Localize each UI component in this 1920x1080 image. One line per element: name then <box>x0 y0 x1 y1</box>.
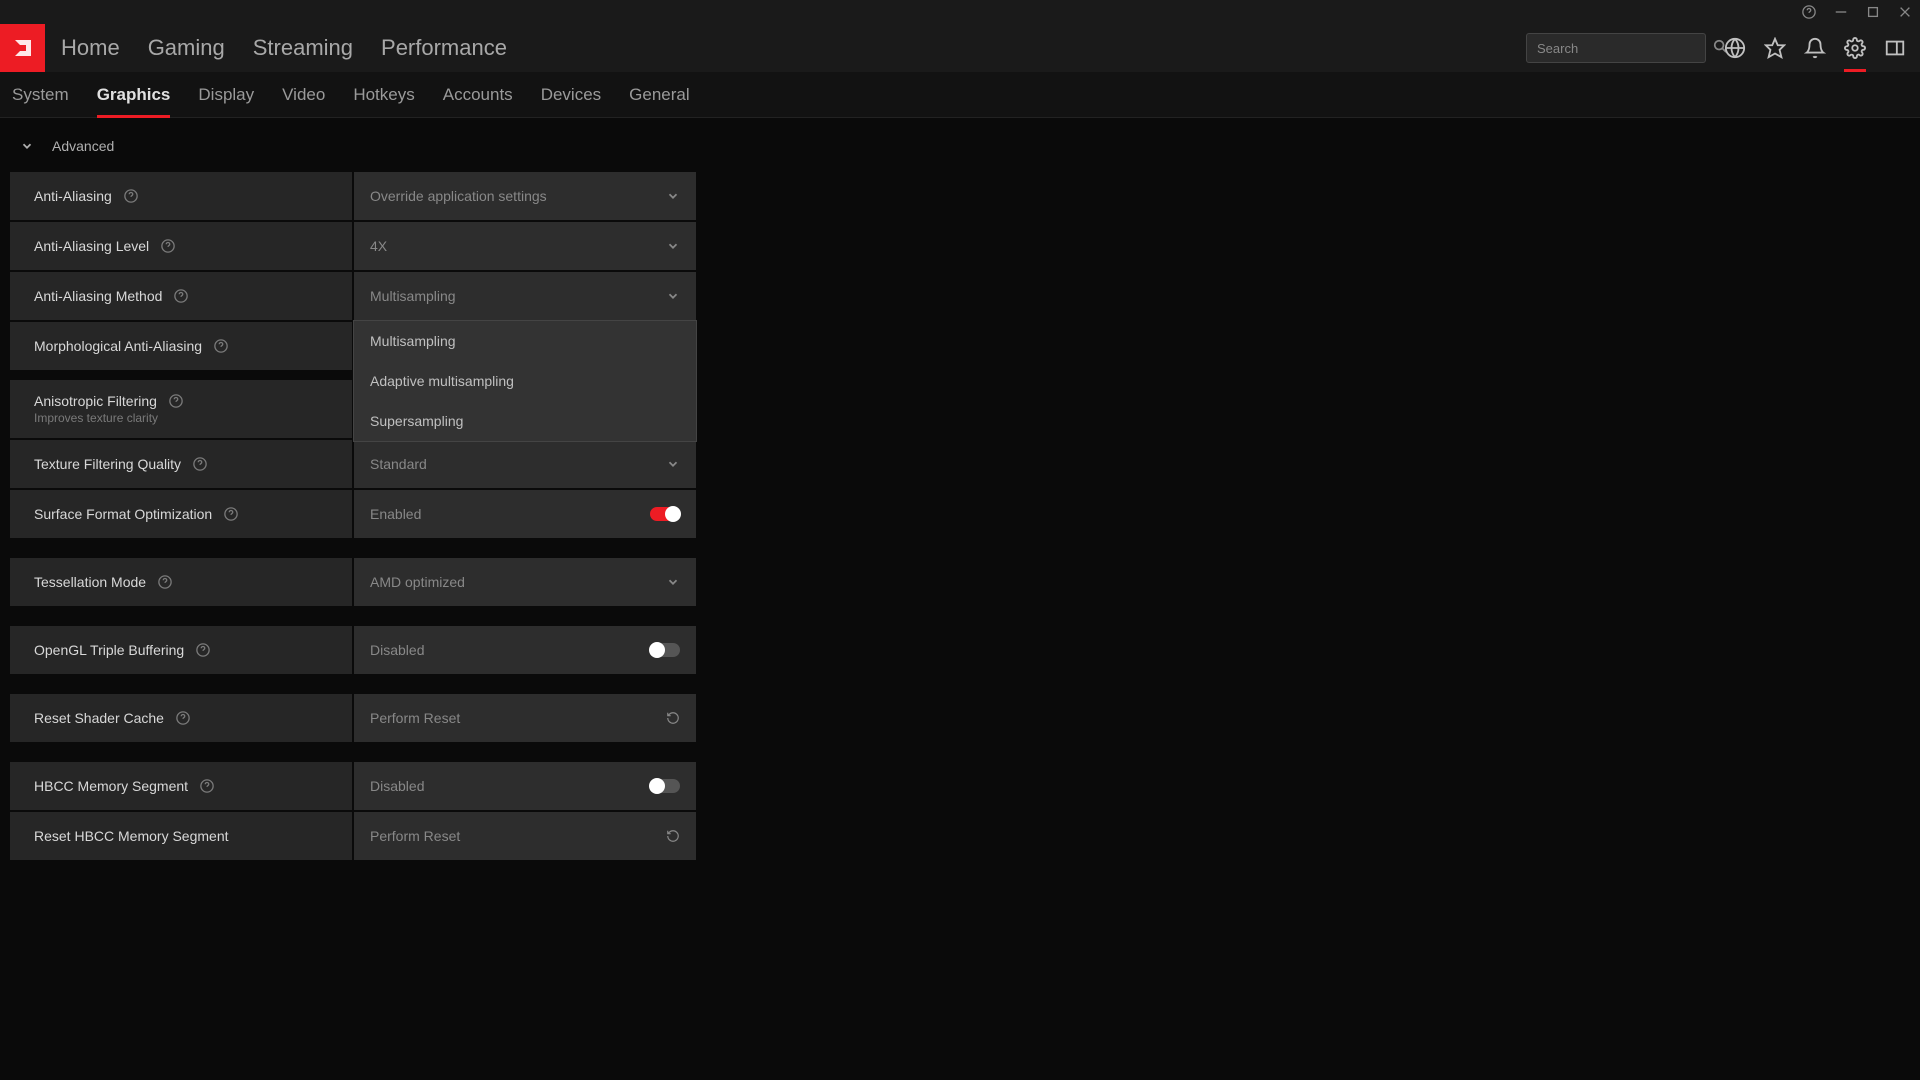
section-advanced-header[interactable]: Advanced <box>10 130 1910 162</box>
star-icon[interactable] <box>1764 37 1786 59</box>
toggle-switch[interactable] <box>650 779 680 793</box>
reset-icon <box>666 829 680 843</box>
row-surf-opt: Surface Format Optimization Enabled <box>10 490 1910 538</box>
nav-home[interactable]: Home <box>61 35 120 61</box>
maximize-icon[interactable] <box>1866 5 1880 19</box>
toggle-hbcc[interactable]: Disabled <box>354 762 696 810</box>
row-hbcc: HBCC Memory Segment Disabled <box>10 762 1910 810</box>
web-icon[interactable] <box>1724 37 1746 59</box>
chevron-down-icon <box>666 575 680 589</box>
label-aniso: Anisotropic Filtering Improves texture c… <box>10 380 352 438</box>
close-icon[interactable] <box>1898 5 1912 19</box>
row-reset-hbcc: Reset HBCC Memory Segment Perform Reset <box>10 812 1910 860</box>
label-reset-shader: Reset Shader Cache <box>10 694 352 742</box>
help-icon[interactable] <box>224 507 238 521</box>
help-icon[interactable] <box>193 457 207 471</box>
button-reset-hbcc[interactable]: Perform Reset <box>354 812 696 860</box>
help-icon[interactable] <box>200 779 214 793</box>
tab-accounts[interactable]: Accounts <box>443 72 513 118</box>
sub-nav: System Graphics Display Video Hotkeys Ac… <box>0 72 1920 118</box>
label-reset-hbcc: Reset HBCC Memory Segment <box>10 812 352 860</box>
amd-logo[interactable] <box>0 24 45 72</box>
bell-icon[interactable] <box>1804 37 1826 59</box>
tab-display[interactable]: Display <box>198 72 254 118</box>
chevron-down-icon <box>666 189 680 203</box>
chevron-down-icon <box>666 289 680 303</box>
section-title: Advanced <box>52 138 114 154</box>
help-icon[interactable] <box>169 394 183 408</box>
help-icon[interactable] <box>176 711 190 725</box>
dropdown-anti-aliasing[interactable]: Override application settings <box>354 172 696 220</box>
dropdown-tess[interactable]: AMD optimized <box>354 558 696 606</box>
panel-icon[interactable] <box>1884 37 1906 59</box>
reset-icon <box>666 711 680 725</box>
help-icon[interactable] <box>196 643 210 657</box>
help-icon[interactable] <box>158 575 172 589</box>
tab-general[interactable]: General <box>629 72 689 118</box>
label-aa-level: Anti-Aliasing Level <box>10 222 352 270</box>
toggle-switch[interactable] <box>650 507 680 521</box>
top-nav: Home Gaming Streaming Performance <box>0 24 1920 72</box>
tab-video[interactable]: Video <box>282 72 325 118</box>
option-adaptive-multisampling[interactable]: Adaptive multisampling <box>354 361 696 401</box>
toggle-ogl-triple[interactable]: Disabled <box>354 626 696 674</box>
label-hbcc: HBCC Memory Segment <box>10 762 352 810</box>
label-morph-aa: Morphological Anti-Aliasing <box>10 322 352 370</box>
option-multisampling[interactable]: Multisampling <box>354 321 696 361</box>
dropdown-menu-aa-method: Multisampling Adaptive multisampling Sup… <box>353 320 697 442</box>
label-ogl-triple: OpenGL Triple Buffering <box>10 626 352 674</box>
label-aa-method: Anti-Aliasing Method <box>10 272 352 320</box>
row-aniso: Anisotropic Filtering Improves texture c… <box>10 380 1910 438</box>
search-input[interactable] <box>1537 41 1713 56</box>
row-tex-filter: Texture Filtering Quality Standard <box>10 440 1910 488</box>
row-ogl-triple: OpenGL Triple Buffering Disabled <box>10 626 1910 674</box>
row-aa-level: Anti-Aliasing Level 4X <box>10 222 1910 270</box>
dropdown-aa-level[interactable]: 4X <box>354 222 696 270</box>
label-tess: Tessellation Mode <box>10 558 352 606</box>
help-icon[interactable] <box>214 339 228 353</box>
row-reset-shader: Reset Shader Cache Perform Reset <box>10 694 1910 742</box>
button-reset-shader[interactable]: Perform Reset <box>354 694 696 742</box>
option-supersampling[interactable]: Supersampling <box>354 401 696 441</box>
nav-performance[interactable]: Performance <box>381 35 507 61</box>
dropdown-aa-method[interactable]: Multisampling Multisampling Adaptive mul… <box>354 272 696 320</box>
help-icon[interactable] <box>124 189 138 203</box>
dropdown-tex-filter[interactable]: Standard <box>354 440 696 488</box>
tab-devices[interactable]: Devices <box>541 72 601 118</box>
chevron-down-icon <box>666 457 680 471</box>
label-anti-aliasing: Anti-Aliasing <box>10 172 352 220</box>
help-icon[interactable] <box>1802 5 1816 19</box>
row-aa-method: Anti-Aliasing Method Multisampling Multi… <box>10 272 1910 320</box>
tab-hotkeys[interactable]: Hotkeys <box>353 72 414 118</box>
tab-system[interactable]: System <box>12 72 69 118</box>
nav-gaming[interactable]: Gaming <box>148 35 225 61</box>
row-anti-aliasing: Anti-Aliasing Override application setti… <box>10 172 1910 220</box>
row-tess: Tessellation Mode AMD optimized <box>10 558 1910 606</box>
help-icon[interactable] <box>174 289 188 303</box>
minimize-icon[interactable] <box>1834 5 1848 19</box>
label-tex-filter: Texture Filtering Quality <box>10 440 352 488</box>
settings-content: Advanced Anti-Aliasing Override applicat… <box>0 118 1920 874</box>
row-morph-aa: Morphological Anti-Aliasing <box>10 322 1910 370</box>
label-surf-opt: Surface Format Optimization <box>10 490 352 538</box>
help-icon[interactable] <box>161 239 175 253</box>
tab-graphics[interactable]: Graphics <box>97 72 171 118</box>
gear-icon[interactable] <box>1844 37 1866 59</box>
chevron-down-icon <box>20 139 34 153</box>
toggle-switch[interactable] <box>650 643 680 657</box>
toggle-surf-opt[interactable]: Enabled <box>354 490 696 538</box>
chevron-down-icon <box>666 239 680 253</box>
titlebar <box>0 0 1920 24</box>
search-box[interactable] <box>1526 33 1706 63</box>
nav-streaming[interactable]: Streaming <box>253 35 353 61</box>
